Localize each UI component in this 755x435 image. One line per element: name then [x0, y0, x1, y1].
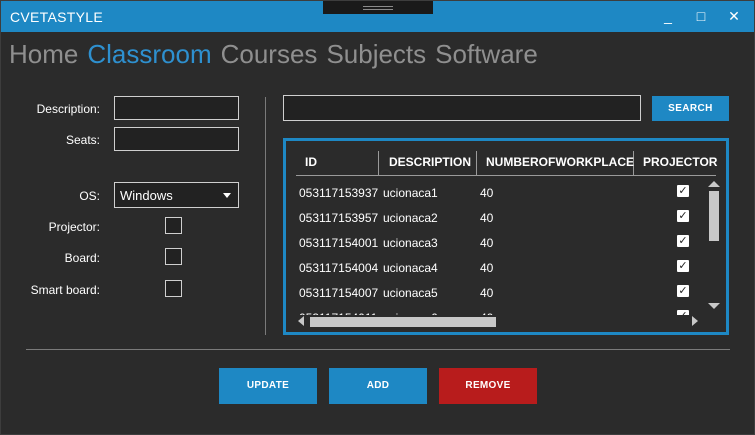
drag-grip[interactable] [323, 1, 433, 14]
scroll-left-icon[interactable] [298, 316, 304, 326]
projector-cell-checkbox[interactable]: ✓ [677, 235, 689, 247]
scroll-corner [707, 315, 721, 329]
os-selected-value: Windows [120, 188, 173, 203]
scroll-up-icon[interactable] [708, 181, 720, 187]
app-title: CVETASTYLE [10, 9, 103, 25]
projector-checkbox[interactable] [165, 217, 182, 234]
close-icon: ✕ [728, 8, 740, 24]
app-window: CVETASTYLE _ □ ✕ Home Classroom Courses Sub… [0, 0, 755, 435]
board-label: Board: [64, 251, 100, 265]
cell-description: ucionaca1 [383, 186, 438, 200]
cell-workplaces: 40 [480, 211, 494, 225]
projector-cell-checkbox[interactable]: ✓ [677, 185, 689, 197]
cell-description: ucionaca5 [383, 286, 438, 300]
search-input[interactable] [283, 95, 641, 121]
table-row[interactable]: 053117154007 ucionaca5 40 ✓ [296, 281, 706, 306]
main-nav: Home Classroom Courses Subjects Software [9, 39, 547, 73]
column-header-id[interactable]: ID [296, 151, 379, 175]
table-row[interactable]: 053117154001 ucionaca3 40 ✓ [296, 231, 706, 256]
cell-id: 053117153937 [299, 186, 379, 200]
cell-id: 053117154007 [299, 286, 379, 300]
board-checkbox[interactable] [165, 248, 182, 265]
update-button[interactable]: UPDATE [219, 368, 317, 404]
cell-description: ucionaca2 [383, 211, 438, 225]
seats-input[interactable] [114, 127, 239, 151]
nav-classroom[interactable]: Classroom [87, 39, 211, 70]
projector-cell-checkbox[interactable]: ✓ [677, 260, 689, 272]
description-input[interactable] [114, 96, 239, 120]
maximize-icon: □ [696, 8, 706, 24]
cell-description: ucionaca4 [383, 261, 438, 275]
cell-workplaces: 40 [480, 261, 494, 275]
column-header-description[interactable]: DESCRIPTION [380, 151, 477, 175]
table-header: ID DESCRIPTION NUMBEROFWORKPLACE PROJECT… [296, 151, 717, 175]
vertical-divider [265, 97, 266, 335]
classroom-table[interactable]: ID DESCRIPTION NUMBEROFWORKPLACE PROJECT… [283, 138, 729, 335]
cell-workplaces: 40 [480, 286, 494, 300]
minimize-icon: _ [664, 8, 672, 24]
vertical-scrollbar[interactable] [707, 181, 721, 315]
description-label: Description: [36, 102, 100, 116]
scroll-down-icon[interactable] [708, 303, 720, 309]
minimize-button[interactable]: _ [657, 7, 679, 27]
smartboard-label: Smart board: [30, 283, 100, 297]
seats-label: Seats: [65, 133, 100, 147]
cell-id: 053117154004 [299, 261, 379, 275]
projector-label: Projector: [48, 220, 100, 234]
cell-description: ucionaca3 [383, 236, 438, 250]
column-header-numberofworkplace[interactable]: NUMBEROFWORKPLACE [477, 151, 634, 175]
close-button[interactable]: ✕ [723, 7, 745, 27]
horizontal-divider [26, 349, 730, 350]
vertical-scroll-thumb[interactable] [709, 191, 719, 241]
horizontal-scrollbar[interactable] [296, 315, 702, 329]
horizontal-scroll-thumb[interactable] [310, 317, 496, 327]
projector-cell-checkbox[interactable]: ✓ [677, 210, 689, 222]
cell-id: 053117153957 [299, 211, 379, 225]
cell-workplaces: 40 [480, 186, 494, 200]
title-bar[interactable]: CVETASTYLE _ □ ✕ [1, 1, 754, 32]
table-row[interactable]: 053117153937 ucionaca1 40 ✓ [296, 181, 706, 206]
projector-cell-checkbox[interactable]: ✓ [677, 285, 689, 297]
grip-line [363, 9, 393, 10]
smartboard-checkbox[interactable] [165, 280, 182, 297]
cell-workplaces: 40 [480, 236, 494, 250]
column-header-projector[interactable]: PROJECTOR [634, 151, 717, 175]
chevron-down-icon [223, 193, 231, 198]
nav-subjects[interactable]: Subjects [326, 39, 426, 70]
search-button[interactable]: SEARCH [652, 96, 729, 121]
remove-button[interactable]: REMOVE [439, 368, 537, 404]
maximize-button[interactable]: □ [690, 7, 712, 27]
add-button[interactable]: ADD [329, 368, 427, 404]
nav-home[interactable]: Home [9, 39, 78, 70]
grip-line [363, 6, 393, 7]
table-row[interactable]: 053117153957 ucionaca2 40 ✓ [296, 206, 706, 231]
table-row[interactable]: 053117154004 ucionaca4 40 ✓ [296, 256, 706, 281]
os-select[interactable]: Windows [114, 182, 239, 208]
cell-id: 053117154001 [299, 236, 379, 250]
nav-software[interactable]: Software [435, 39, 538, 70]
header-divider [296, 175, 716, 176]
os-label: OS: [79, 189, 100, 203]
scroll-right-icon[interactable] [692, 316, 698, 326]
nav-courses[interactable]: Courses [221, 39, 318, 70]
